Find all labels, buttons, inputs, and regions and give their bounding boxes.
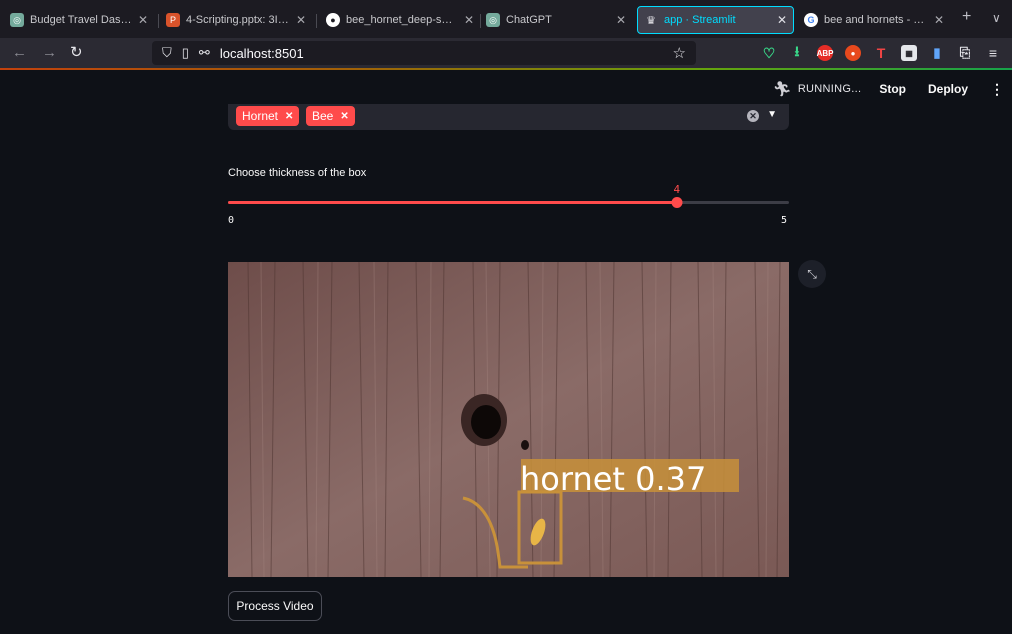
close-tab-icon[interactable]: ✕	[296, 13, 306, 27]
tab-github-repo[interactable]: ● bee_hornet_deep-sort/yolo ✕	[320, 6, 480, 34]
slider-min-label: 0	[228, 215, 235, 226]
wood-surface-image: hornet 0.37	[228, 262, 789, 577]
tab-chatgpt[interactable]: ◎ ChatGPT ✕	[480, 6, 632, 34]
status-running: RUNNING...	[797, 83, 862, 95]
permissions-icon[interactable]: ⚯	[199, 45, 210, 61]
url-text[interactable]: localhost:8501	[220, 46, 673, 61]
close-tab-icon[interactable]: ✕	[934, 13, 944, 27]
extensions-icon[interactable]: ⎘	[957, 45, 973, 61]
close-tab-icon[interactable]: ✕	[464, 13, 474, 27]
page-icon: ▯	[181, 45, 189, 60]
reload-icon[interactable]: ↻	[70, 44, 83, 62]
t-extension-icon[interactable]: T	[873, 45, 889, 61]
downloads-icon[interactable]: ⭳	[789, 43, 805, 61]
running-man-icon: 🏃︎	[772, 81, 792, 98]
tab-google-search[interactable]: G bee and hornets - Google S ✕	[798, 6, 950, 34]
streamlit-toolbar: 🏃︎ RUNNING... Stop Deploy ⋮	[772, 80, 1004, 99]
slider-thumb[interactable]	[671, 197, 683, 208]
video-frame: hornet 0.37	[228, 262, 789, 577]
chevron-down-icon[interactable]: ▼	[767, 109, 777, 120]
slider-label: Choose thickness of the box	[228, 167, 367, 179]
detection-label: hornet 0.37	[520, 460, 706, 498]
browser-navigation-bar: ← → ↻ ⛉ ▯ ⚯ localhost:8501 ☆ ♡ ⭳ ABP ● T…	[0, 38, 1012, 68]
browser-tab-bar: ◎ Budget Travel Dashboard ✕ P 4-Scriptin…	[0, 0, 1012, 38]
tab-separator	[158, 14, 159, 28]
main-menu-icon[interactable]: ⋮	[990, 81, 1004, 98]
bookmark-star-icon[interactable]: ☆	[673, 44, 686, 62]
chip-label: Hornet	[242, 109, 279, 123]
process-video-button[interactable]: Process Video	[228, 591, 322, 621]
tab-scripting-pptx[interactable]: P 4-Scripting.pptx: 3ITF - Bu ✕	[160, 6, 312, 34]
slider-max-label: 5	[781, 215, 788, 226]
chip-hornet[interactable]: Hornet ✕	[236, 106, 300, 126]
adblock-icon[interactable]: ABP	[817, 45, 833, 61]
slider-current-value: 4	[673, 183, 681, 196]
chatgpt-icon: ◎	[486, 13, 500, 27]
class-multiselect[interactable]: Hornet ✕ Bee ✕ ✕ ▼	[228, 104, 789, 130]
chip-bee[interactable]: Bee ✕	[306, 106, 355, 126]
menu-icon[interactable]: ≡	[985, 45, 1001, 61]
remove-chip-icon[interactable]: ✕	[340, 111, 348, 122]
google-icon: G	[804, 13, 818, 27]
streamlit-app: 🏃︎ RUNNING... Stop Deploy ⋮ Hornet ✕ Bee…	[0, 70, 1012, 634]
nest-hole	[471, 405, 501, 439]
clear-all-icon[interactable]: ✕	[747, 110, 759, 122]
shield-icon[interactable]: ⛉	[162, 45, 172, 61]
streamlit-icon: ♛	[646, 14, 656, 27]
office-icon: P	[166, 13, 180, 27]
extension-icon[interactable]: ●	[845, 45, 861, 61]
tab-budget-travel-dashboard[interactable]: ◎ Budget Travel Dashboard ✕	[4, 6, 154, 34]
notes-extension-icon[interactable]: ▮	[929, 45, 945, 61]
github-icon: ●	[326, 13, 340, 27]
close-tab-icon[interactable]: ✕	[616, 13, 626, 27]
deploy-button[interactable]: Deploy	[928, 82, 968, 96]
slider-fill	[228, 201, 677, 204]
chip-label: Bee	[312, 109, 334, 123]
close-tab-icon[interactable]: ✕	[777, 13, 787, 27]
remove-chip-icon[interactable]: ✕	[285, 111, 293, 122]
tab-separator	[316, 14, 317, 28]
close-tab-icon[interactable]: ✕	[138, 13, 148, 27]
new-tab-icon[interactable]: +	[962, 8, 971, 26]
fullscreen-expand-icon[interactable]: ⤡	[798, 260, 826, 288]
thickness-slider[interactable]	[228, 197, 789, 208]
address-bar[interactable]: ⛉ ▯ ⚯ localhost:8501 ☆	[152, 41, 696, 65]
pocket-icon[interactable]: ♡	[761, 45, 777, 61]
qr-extension-icon[interactable]: ▦	[901, 45, 917, 61]
stop-button[interactable]: Stop	[879, 82, 906, 96]
tab-streamlit-app[interactable]: ♛ app · Streamlit ✕	[637, 6, 794, 34]
forward-icon[interactable]: →	[42, 44, 57, 62]
list-all-tabs-icon[interactable]: ∨	[992, 11, 1001, 25]
chatgpt-icon: ◎	[10, 13, 24, 27]
back-icon[interactable]: ←	[12, 44, 27, 62]
